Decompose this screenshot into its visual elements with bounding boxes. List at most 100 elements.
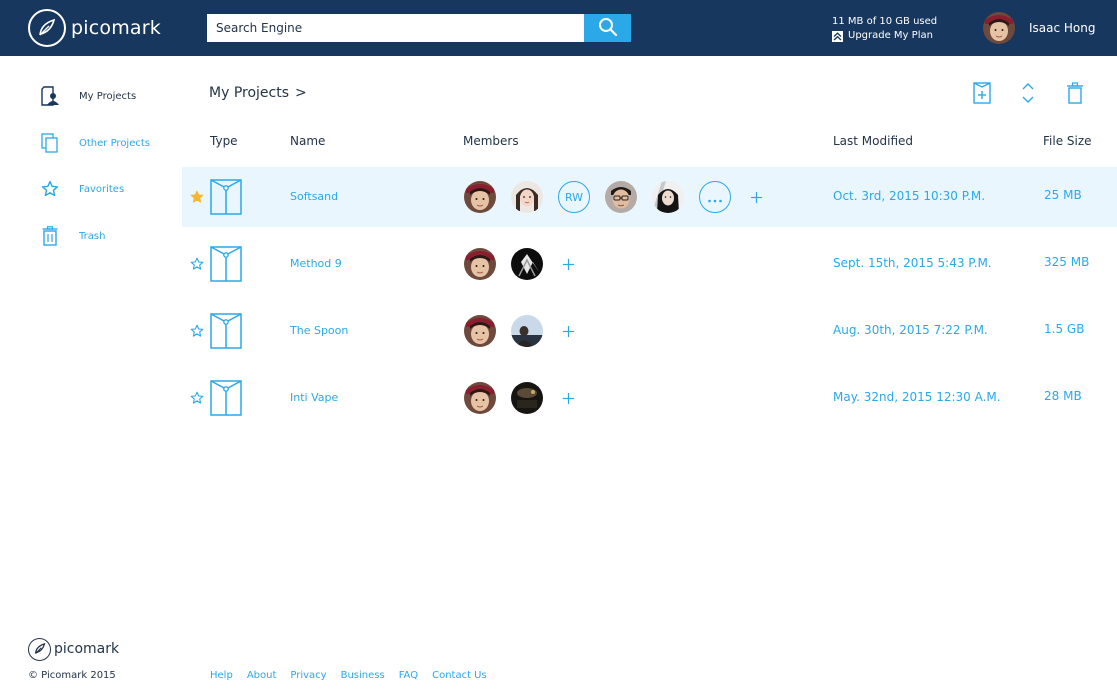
member-list <box>464 313 593 349</box>
envelope-icon <box>210 246 242 286</box>
top-bar: picomark 11 MB of 10 GB used Upgrade My … <box>0 0 1117 56</box>
column-header-file-size[interactable]: File Size <box>1043 134 1092 148</box>
project-name[interactable]: Softsand <box>290 190 338 203</box>
footer-links: Help About Privacy Business FAQ Contact … <box>210 670 501 681</box>
breadcrumb-current: My Projects <box>209 85 290 101</box>
file-size: 1.5 GB <box>1044 322 1085 336</box>
member-avatar[interactable] <box>652 181 684 213</box>
table-row[interactable]: Softsand RW Oct. 3rd, 2015 10:30 P.M. 25… <box>182 167 1117 227</box>
footer-link-contact[interactable]: Contact Us <box>432 670 487 681</box>
sidebar-item-other-projects[interactable]: Other Projects <box>40 131 150 155</box>
star-filled-icon[interactable] <box>190 189 204 203</box>
footer-link-privacy[interactable]: Privacy <box>290 670 326 681</box>
file-size: 325 MB <box>1044 255 1090 269</box>
member-avatar[interactable] <box>511 382 543 414</box>
user-folder-icon <box>40 85 60 107</box>
trash-icon <box>40 225 60 247</box>
sidebar-item-my-projects[interactable]: My Projects <box>40 84 136 108</box>
add-member-button[interactable] <box>558 254 578 274</box>
documents-icon <box>40 132 60 154</box>
new-project-icon <box>973 82 991 108</box>
member-avatar[interactable] <box>464 181 496 213</box>
brand-logo[interactable]: picomark <box>28 8 161 48</box>
chevron-right-icon: > <box>295 85 307 101</box>
star-outline-icon[interactable] <box>190 390 204 404</box>
column-header-members[interactable]: Members <box>463 134 519 148</box>
sidebar-item-favorites[interactable]: Favorites <box>40 177 124 201</box>
sidebar-item-label: Trash <box>79 230 106 242</box>
footer-link-faq[interactable]: FAQ <box>399 670 418 681</box>
add-member-button[interactable] <box>558 321 578 341</box>
last-modified: Sept. 15th, 2015 5:43 P.M. <box>833 256 992 270</box>
sort-button[interactable] <box>1018 82 1038 108</box>
sidebar-item-label: Other Projects <box>79 137 150 149</box>
sidebar-item-trash[interactable]: Trash <box>40 224 105 248</box>
footer-link-help[interactable]: Help <box>210 670 233 681</box>
footer-link-business[interactable]: Business <box>341 670 385 681</box>
project-name[interactable]: Method 9 <box>290 257 342 270</box>
column-header-last-modified[interactable]: Last Modified <box>833 134 913 148</box>
upgrade-plan-link[interactable]: Upgrade My Plan <box>832 29 937 43</box>
member-avatar[interactable] <box>511 248 543 280</box>
add-member-button[interactable] <box>558 388 578 408</box>
member-avatar[interactable] <box>464 315 496 347</box>
member-list <box>464 246 593 282</box>
last-modified: Oct. 3rd, 2015 10:30 P.M. <box>833 189 986 203</box>
plus-icon <box>562 325 575 338</box>
search-bar <box>207 14 631 42</box>
envelope-icon <box>210 380 242 420</box>
column-header-name[interactable]: Name <box>290 134 325 148</box>
table-row[interactable]: The Spoon Aug. 30th, 2015 7:22 P.M. 1.5 … <box>182 301 1117 361</box>
storage-usage: 11 MB of 10 GB used <box>832 16 938 27</box>
user-name: Isaac Hong <box>1029 21 1096 35</box>
member-list <box>464 380 593 416</box>
footer-link-about[interactable]: About <box>247 670 277 681</box>
sidebar-item-label: My Projects <box>79 90 137 102</box>
upgrade-arrow-icon <box>832 30 843 42</box>
member-avatar[interactable] <box>511 315 543 347</box>
project-name[interactable]: Inti Vape <box>290 391 338 404</box>
search-icon <box>598 17 618 40</box>
feather-icon <box>28 637 51 661</box>
copyright: © Picomark 2015 <box>28 670 116 681</box>
user-menu[interactable]: Isaac Hong <box>983 12 1096 44</box>
trash-icon <box>1066 82 1084 108</box>
table-row[interactable]: Method 9 Sept. 15th, 2015 5:43 P.M. 325 … <box>182 234 1117 294</box>
column-header-type[interactable]: Type <box>210 134 238 148</box>
search-input[interactable] <box>207 14 584 42</box>
table-row[interactable]: Inti Vape May. 32nd, 2015 12:30 A.M. 28 … <box>182 368 1117 428</box>
sort-icon <box>1021 82 1035 108</box>
member-list: RW <box>464 179 781 215</box>
footer-brand-name: picomark <box>54 641 120 657</box>
brand-name: picomark <box>71 17 161 39</box>
user-avatar <box>983 12 1015 44</box>
last-modified: Aug. 30th, 2015 7:22 P.M. <box>833 323 988 337</box>
star-outline-icon[interactable] <box>190 256 204 270</box>
envelope-icon <box>210 179 242 219</box>
search-button[interactable] <box>584 14 631 42</box>
new-project-button[interactable] <box>972 82 992 108</box>
more-members-button[interactable] <box>699 181 731 213</box>
project-name[interactable]: The Spoon <box>290 324 348 337</box>
star-outline-icon[interactable] <box>190 323 204 337</box>
member-avatar[interactable] <box>464 248 496 280</box>
member-avatar[interactable] <box>464 382 496 414</box>
member-initials-chip[interactable]: RW <box>558 181 590 213</box>
storage-plan: 11 MB of 10 GB used Upgrade My Plan <box>832 15 937 43</box>
member-avatar[interactable] <box>511 181 543 213</box>
plus-icon <box>750 191 763 204</box>
upgrade-plan-label: Upgrade My Plan <box>848 30 933 41</box>
delete-button[interactable] <box>1065 82 1085 108</box>
add-member-button[interactable] <box>746 187 766 207</box>
plus-icon <box>562 392 575 405</box>
feather-icon <box>28 9 66 47</box>
file-size: 28 MB <box>1044 389 1082 403</box>
star-icon <box>40 178 60 200</box>
plus-icon <box>562 258 575 271</box>
member-avatar[interactable] <box>605 181 637 213</box>
sidebar-item-label: Favorites <box>79 183 125 195</box>
more-dots-icon <box>707 188 723 207</box>
last-modified: May. 32nd, 2015 12:30 A.M. <box>833 390 1001 404</box>
footer-logo[interactable]: picomark <box>28 637 119 661</box>
breadcrumb[interactable]: My Projects > <box>209 85 307 101</box>
